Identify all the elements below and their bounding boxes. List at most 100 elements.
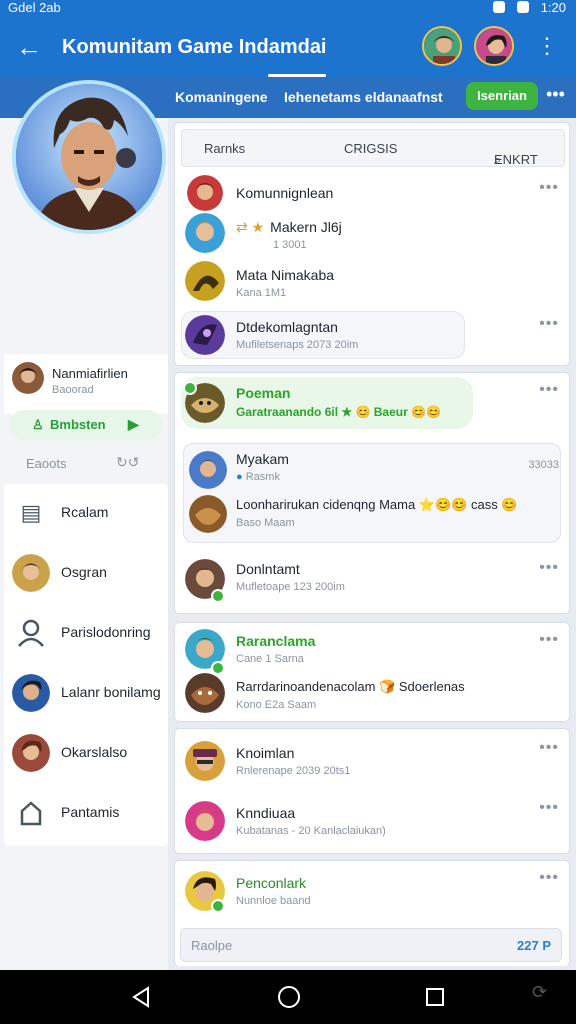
comment-input[interactable]: Raolpe 227 P (180, 928, 562, 962)
hero-avatar[interactable] (12, 80, 166, 234)
refresh-icon[interactable]: ↻↺ (116, 454, 139, 471)
sidebar-item-label: Rcalam (61, 504, 109, 520)
item-title: Komunnignlean (236, 185, 334, 201)
list-item[interactable]: Mata Nimakaba Kana 1M1 (175, 261, 571, 309)
more-horiz-icon[interactable]: ••• (539, 179, 559, 197)
avatar (185, 673, 225, 713)
sidebar-item-label: Okarslalso (61, 744, 128, 760)
post-card: Raranclama Cane 1 Sarna ••• Rarrdarinoan… (174, 622, 570, 722)
document-icon: ▤ (20, 500, 42, 525)
header-avatar-1[interactable] (422, 26, 462, 66)
item-subtitle: Mufletoape 123 200im (236, 581, 345, 593)
profile-avatar (12, 362, 44, 394)
profile-card[interactable]: Nanmiafirlien Baoorad (4, 354, 168, 414)
item-subtitle: Cane 1 Sarna (236, 653, 304, 665)
more-horiz-icon[interactable]: ••• (539, 869, 559, 887)
sidebar-item-label: Lalanr bonilamg (61, 684, 161, 700)
more-vert-icon[interactable]: ⋮ (536, 34, 558, 58)
list-item[interactable]: Raranclama Cane 1 Sarna ••• (175, 627, 571, 675)
post-card: Knoimlan Rnlerenape 2039 20ts1 ••• Knndi… (174, 728, 570, 854)
feed-panel: Rarnks CRIGSIS ⌕ ENKRT Komunnignlean •••… (168, 118, 576, 970)
input-counter[interactable]: 227 P (517, 938, 551, 953)
item-title: Rarrdarinoandenacolam 🍞 Sdoerlenas (236, 679, 465, 694)
item-title: Dtdekomlagntan (236, 319, 338, 335)
avatar (185, 801, 225, 841)
online-badge (183, 381, 197, 395)
item-subtitle: Baso Maam (236, 517, 295, 529)
list-item[interactable]: ⇄ ★ Makern Jl6j 1 3001 (175, 213, 571, 259)
item-prefix: ⇄ ★ (236, 219, 265, 235)
more-horiz-icon[interactable]: ••• (539, 559, 559, 577)
recents-nav-icon[interactable] (422, 984, 448, 1010)
post-card: Poeman Garatraanando 6il ★ 😊 Baeur 😊😊 ••… (174, 372, 570, 614)
list-item[interactable]: Dtdekomlagntan Mufiletsenaps 2073 20im •… (175, 311, 571, 363)
avatar (185, 315, 225, 355)
list-item[interactable]: Poeman Garatraanando 6il ★ 😊 Baeur 😊😊 ••… (175, 377, 571, 429)
join-button[interactable]: Isenrian (466, 82, 538, 110)
avatar (189, 495, 227, 533)
avatar (189, 451, 227, 489)
avatar (185, 741, 225, 781)
app-bar: ← Komunitam Game Indamdai ⋮ (0, 16, 576, 78)
user-icon (12, 614, 50, 652)
sidebar-item-3[interactable]: Lalanr bonilamg (4, 664, 168, 724)
system-nav-bar: ⟳ (0, 970, 576, 1024)
list-item[interactable]: Rarrdarinoandenacolam 🍞 Sdoerlenas Kono … (175, 671, 571, 719)
item-title-text: Makern Jl6j (270, 219, 342, 235)
profile-subtitle: Baoorad (52, 384, 94, 396)
post-card: Rarnks CRIGSIS ⌕ ENKRT Komunnignlean •••… (174, 122, 570, 366)
follow-button[interactable]: ♙ Bmbsten ▶ (10, 410, 162, 440)
status-bar: Gdel 2ab 1:20 (0, 0, 576, 16)
sidebar-item-label: Pantamis (61, 804, 120, 820)
item-subtitle: Kana 1M1 (236, 287, 287, 299)
sidebar-item-2[interactable]: Parislodonring (4, 604, 168, 664)
sidebar-item-label: Parislodonring (61, 624, 151, 640)
tab-komunitas[interactable]: Komaningene (175, 89, 268, 105)
sidebar-item-0[interactable]: ▤ Rcalam (4, 484, 168, 544)
list-item[interactable]: Knndiuaa Kubatanas - 20 Kanlaclaiukan) •… (175, 795, 571, 851)
filter-ranks[interactable]: Rarnks (204, 141, 245, 156)
tab-pengumuman[interactable]: Iehenetams eldanaafnst (284, 89, 443, 105)
sidebar-item-4[interactable]: Okarslalso (4, 724, 168, 784)
back-arrow-icon[interactable]: ← (14, 32, 44, 62)
avatar-icon (12, 554, 50, 592)
item-title: Knoimlan (236, 745, 295, 761)
profile-name: Nanmiafirlien (52, 366, 128, 381)
more-horiz-icon[interactable]: ••• (539, 381, 559, 399)
play-icon: ▶ (128, 416, 139, 432)
item-title: Penconlark (236, 875, 307, 891)
list-item[interactable]: Penconlark Nunnloe baand ••• (175, 865, 571, 921)
more-horiz-icon[interactable]: ••• (539, 739, 559, 757)
header-avatar-2[interactable] (474, 26, 514, 66)
more-horiz-icon[interactable]: ••• (539, 631, 559, 649)
item-subtitle: ● Rasmk (236, 471, 280, 483)
sidebar-item-1[interactable]: Osgran (4, 544, 168, 604)
more-horiz-icon[interactable]: ••• (539, 315, 559, 333)
item-title: Knndiuaa (236, 805, 296, 821)
item-title: ⇄ ★ Makern Jl6j (236, 219, 342, 236)
sidebar-menu: ▤ Rcalam Osgran Parislodonring Lalanr bo… (4, 484, 168, 846)
list-item[interactable]: Komunnignlean ••• (175, 175, 571, 215)
app-title: Komunitam Game Indamdai (62, 36, 327, 58)
filter-search-label: ENKRT (494, 152, 538, 167)
list-item[interactable]: Loonharirukan cidenqng Mama ⭐😊😊 cass 😊 B… (175, 493, 571, 541)
item-title: Loonharirukan cidenqng Mama ⭐😊😊 cass 😊 (236, 497, 518, 512)
item-date: 33033 (528, 459, 559, 471)
list-item[interactable]: Myakam ● Rasmk 33033 (175, 447, 571, 491)
battery-icon (517, 1, 530, 13)
item-subtitle: Nunnloe baand (236, 895, 311, 907)
status-icons: 1:20 (485, 0, 566, 15)
more-horiz-icon[interactable]: ••• (539, 799, 559, 817)
online-badge (211, 589, 225, 603)
home-nav-icon[interactable] (276, 984, 302, 1010)
list-item[interactable]: Donlntamt Mufletoape 123 200im ••• (175, 555, 571, 611)
list-item[interactable]: Knoimlan Rnlerenape 2039 20ts1 ••• (175, 735, 571, 791)
sidebar-item-5[interactable]: Pantamis (4, 784, 168, 844)
back-nav-icon[interactable] (128, 984, 154, 1010)
status-carrier: Gdel 2ab (8, 0, 61, 15)
follow-label: Bmbsten (50, 417, 106, 432)
verified-icon: ● (236, 471, 243, 483)
filter-crisis[interactable]: CRIGSIS (344, 141, 397, 156)
item-subtitle-text: Rasmk (245, 471, 280, 483)
more-horiz-icon[interactable]: ••• (546, 84, 565, 105)
